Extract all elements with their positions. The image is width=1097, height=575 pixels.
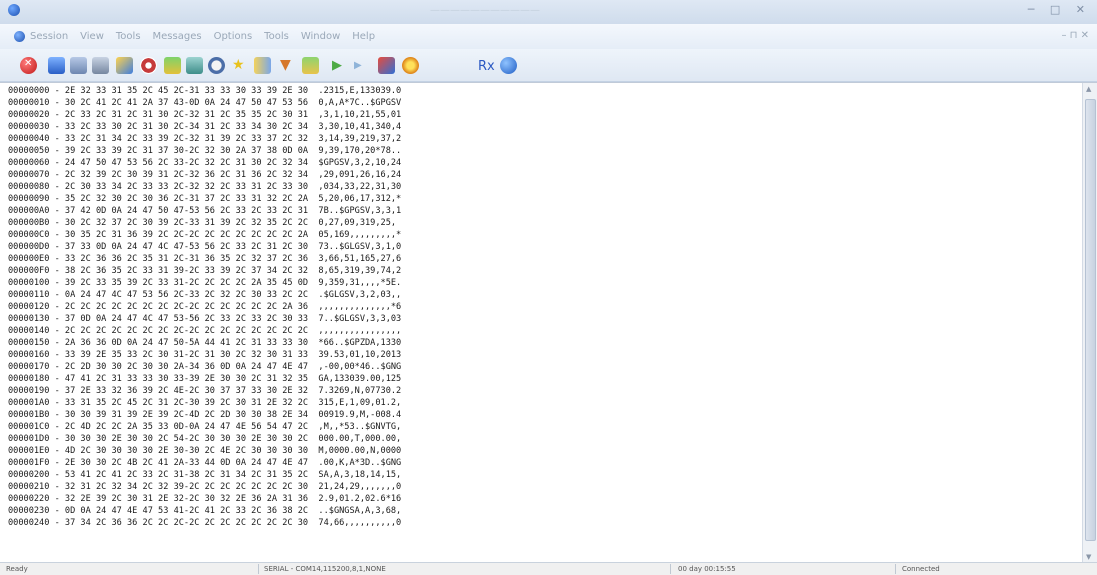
- status-separator: [895, 564, 896, 574]
- star-icon[interactable]: ★: [232, 57, 249, 74]
- hex-line: 00000150 - 2A 36 36 0D 0A 24 47 50-5A 44…: [8, 338, 402, 348]
- hex-line: 00000230 - 0D 0A 24 47 4E 47 53 41-2C 41…: [8, 506, 402, 516]
- mdi-controls[interactable]: – ⊓ ✕: [1061, 30, 1089, 41]
- menu-items: Session View Tools Messages Options Tool…: [30, 31, 375, 42]
- hex-line: 000001A0 - 33 31 35 2C 45 2C 31 2C-30 39…: [8, 398, 402, 408]
- send-icon[interactable]: [378, 57, 395, 74]
- hex-line: 00000130 - 37 0D 0A 24 47 4C 47 53-56 2C…: [8, 314, 402, 324]
- new-session-icon[interactable]: [48, 57, 65, 74]
- hex-line: 000001C0 - 2C 4D 2C 2C 2A 35 33 0D-0A 24…: [8, 422, 402, 432]
- hex-line: 00000070 - 2C 32 39 2C 30 39 31 2C-32 36…: [8, 170, 402, 180]
- menu-tools[interactable]: Tools: [116, 31, 141, 42]
- hex-line: 00000160 - 33 39 2E 35 33 2C 30 31-2C 31…: [8, 350, 402, 360]
- status-state: Connected: [902, 565, 940, 573]
- hex-line: 000000E0 - 33 2C 36 36 2C 35 31 2C-31 36…: [8, 254, 402, 264]
- status-bar: Ready SERIAL - COM14,115200,8,1,NONE 00 …: [0, 562, 1097, 575]
- settings-icon[interactable]: [402, 57, 419, 74]
- wand-icon[interactable]: [116, 57, 133, 74]
- hex-line: 00000210 - 32 31 2C 32 34 2C 32 39-2C 2C…: [8, 482, 402, 492]
- status-time: 00 day 00:15:55: [678, 565, 736, 573]
- info-icon[interactable]: [500, 57, 517, 74]
- gauge-icon[interactable]: [208, 57, 225, 74]
- hex-line: 000000D0 - 37 33 0D 0A 24 47 4C 47-53 56…: [8, 242, 402, 252]
- status-connection: SERIAL - COM14,115200,8,1,NONE: [264, 565, 386, 573]
- hex-line: 00000030 - 33 2C 33 30 2C 31 30 2C-34 31…: [8, 122, 402, 132]
- app-menu-icon[interactable]: [14, 31, 25, 42]
- vertical-scrollbar[interactable]: ▲ ▼: [1082, 83, 1097, 563]
- window-controls[interactable]: ─ □ ✕: [1028, 3, 1091, 16]
- hex-lines: 00000000 - 2E 32 33 31 35 2C 45 2C-31 33…: [8, 85, 401, 529]
- gear-icon[interactable]: [140, 57, 157, 74]
- hex-line: 00000180 - 47 41 2C 31 33 33 30 33-39 2E…: [8, 374, 402, 384]
- hex-line: 00000040 - 33 2C 31 34 2C 33 39 2C-32 31…: [8, 134, 402, 144]
- menu-view[interactable]: View: [80, 31, 104, 42]
- step-icon[interactable]: ▶: [354, 57, 371, 74]
- hex-line: 000000C0 - 30 35 2C 31 36 39 2C 2C-2C 2C…: [8, 230, 402, 240]
- hex-view[interactable]: 00000000 - 2E 32 33 31 35 2C 45 2C-31 33…: [0, 82, 1097, 563]
- hex-line: 000001D0 - 30 30 30 2E 30 30 2C 54-2C 30…: [8, 434, 402, 444]
- menu-session[interactable]: Session: [30, 31, 68, 42]
- hex-line: 00000220 - 32 2E 39 2C 30 31 2E 32-2C 30…: [8, 494, 402, 504]
- menu-messages[interactable]: Messages: [153, 31, 202, 42]
- title-bar: ——————————— ─ □ ✕: [0, 0, 1097, 25]
- hex-line: 00000080 - 2C 30 33 34 2C 33 33 2C-32 32…: [8, 182, 402, 192]
- open-icon[interactable]: [70, 57, 87, 74]
- chart-icon[interactable]: [164, 57, 181, 74]
- scroll-up-icon[interactable]: ▲: [1086, 85, 1091, 93]
- toolbar: ★ ▼ ▶ ▶ Rx: [0, 49, 1097, 82]
- hex-line: 00000170 - 2C 2D 30 30 2C 30 30 2A-34 36…: [8, 362, 402, 372]
- menu-tools-2[interactable]: Tools: [264, 31, 289, 42]
- menu-window[interactable]: Window: [301, 31, 340, 42]
- hex-line: 000001B0 - 30 30 39 31 39 2E 39 2C-4D 2C…: [8, 410, 402, 420]
- menu-options[interactable]: Options: [214, 31, 253, 42]
- scroll-down-icon[interactable]: ▼: [1086, 553, 1091, 561]
- play-icon[interactable]: ▶: [332, 57, 349, 74]
- hex-line: 00000200 - 53 41 2C 41 2C 33 2C 31-38 2C…: [8, 470, 402, 480]
- view-icon[interactable]: [92, 57, 109, 74]
- hex-line: 000000F0 - 38 2C 36 35 2C 33 31 39-2C 33…: [8, 266, 402, 276]
- graph-icon[interactable]: [186, 57, 203, 74]
- hex-line: 000001F0 - 2E 30 30 2C 4B 2C 41 2A-33 44…: [8, 458, 402, 468]
- app-icon: [8, 4, 20, 16]
- flag-icon[interactable]: [302, 57, 319, 74]
- menu-bar: Session View Tools Messages Options Tool…: [0, 24, 1097, 49]
- status-separator: [258, 564, 259, 574]
- hex-line: 00000140 - 2C 2C 2C 2C 2C 2C 2C 2C-2C 2C…: [8, 326, 402, 336]
- hex-line: 00000190 - 37 2E 33 32 36 39 2C 4E-2C 30…: [8, 386, 402, 396]
- hex-line: 00000000 - 2E 32 33 31 35 2C 45 2C-31 33…: [8, 86, 402, 96]
- hex-line: 000000A0 - 37 42 0D 0A 24 47 50 47-53 56…: [8, 206, 402, 216]
- hex-line: 000001E0 - 4D 2C 30 30 30 30 2E 30-30 2C…: [8, 446, 402, 456]
- hex-line: 00000020 - 2C 33 2C 31 2C 31 30 2C-32 31…: [8, 110, 402, 120]
- hex-line: 00000110 - 0A 24 47 4C 47 53 56 2C-33 2C…: [8, 290, 402, 300]
- filter-icon[interactable]: ▼: [280, 57, 297, 74]
- star-bars-icon[interactable]: [254, 57, 271, 74]
- status-separator: [670, 564, 671, 574]
- hex-line: 00000090 - 35 2C 32 30 2C 30 36 2C-31 37…: [8, 194, 402, 204]
- hex-line: 000000B0 - 30 2C 32 37 2C 30 39 2C-33 31…: [8, 218, 397, 228]
- status-ready: Ready: [6, 565, 28, 573]
- hex-line: 00000240 - 37 34 2C 36 36 2C 2C 2C-2C 2C…: [8, 518, 402, 528]
- scroll-thumb[interactable]: [1085, 99, 1096, 541]
- hex-line: 00000010 - 30 2C 41 2C 41 2A 37 43-0D 0A…: [8, 98, 402, 108]
- window-title: ———————————: [430, 5, 540, 16]
- hex-line: 00000060 - 24 47 50 47 53 56 2C 33-2C 32…: [8, 158, 402, 168]
- hex-line: 00000100 - 39 2C 33 35 39 2C 33 31-2C 2C…: [8, 278, 402, 288]
- hex-line: 00000120 - 2C 2C 2C 2C 2C 2C 2C 2C-2C 2C…: [8, 302, 402, 312]
- rx-label[interactable]: Rx: [478, 59, 495, 74]
- hex-line: 00000050 - 39 2C 33 39 2C 31 37 30-2C 32…: [8, 146, 402, 156]
- stop-icon[interactable]: [20, 57, 37, 74]
- menu-help[interactable]: Help: [352, 31, 375, 42]
